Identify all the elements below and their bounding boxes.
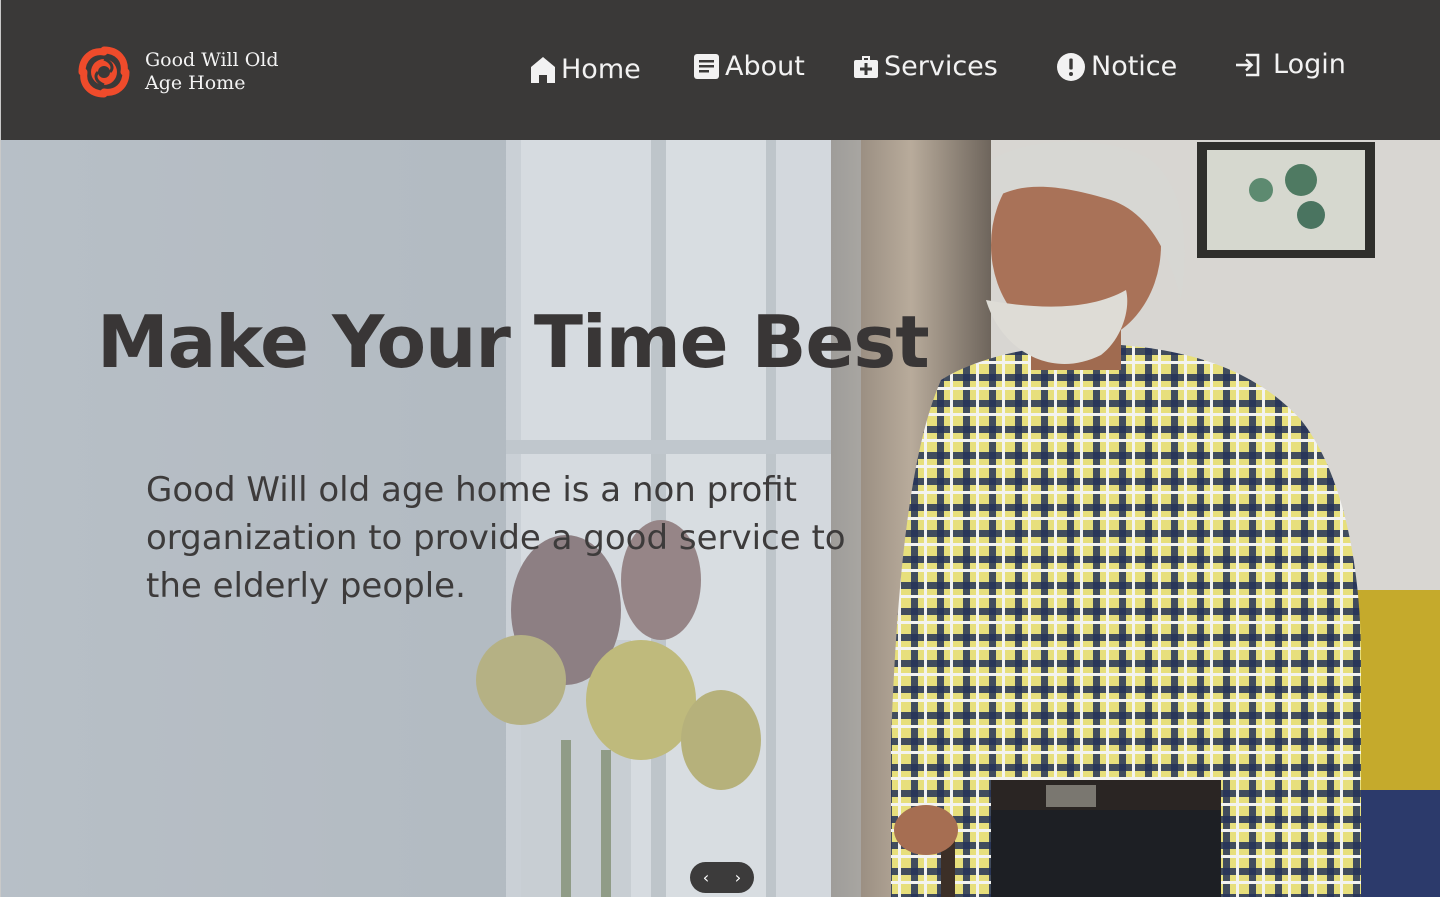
login-icon xyxy=(1236,53,1260,76)
nav-home[interactable]: Home xyxy=(530,54,641,85)
top-navbar: Good Will Old Age Home Home About Servic… xyxy=(0,0,1440,140)
medical-bag-icon xyxy=(854,56,878,78)
nav-about[interactable]: About xyxy=(693,51,805,82)
nav-notice[interactable]: Notice xyxy=(1056,51,1177,82)
nav-login-label: Login xyxy=(1273,49,1346,80)
alert-circle-icon xyxy=(1057,52,1085,81)
hero-banner: Make Your Time Best Good Will old age ho… xyxy=(0,140,1440,897)
brand-name: Good Will Old Age Home xyxy=(145,49,279,94)
nav-home-label: Home xyxy=(561,54,641,85)
carousel-prev-button[interactable]: ‹ xyxy=(694,862,718,893)
carousel-next-button[interactable]: › xyxy=(726,862,750,893)
nav-login[interactable]: Login xyxy=(1234,49,1346,80)
nav-notice-label: Notice xyxy=(1091,51,1178,82)
brand[interactable]: Good Will Old Age Home xyxy=(74,42,295,102)
carousel-controls: ‹ › xyxy=(690,862,754,893)
nav-services[interactable]: Services xyxy=(853,51,998,82)
nav-services-label: Services xyxy=(884,51,998,82)
brand-logo-icon xyxy=(78,46,130,98)
hero-title: Make Your Time Best xyxy=(97,300,930,384)
nav-about-label: About xyxy=(725,51,805,82)
hero-description: Good Will old age home is a non profit o… xyxy=(146,470,846,606)
home-icon xyxy=(531,56,555,83)
article-icon xyxy=(694,54,719,79)
